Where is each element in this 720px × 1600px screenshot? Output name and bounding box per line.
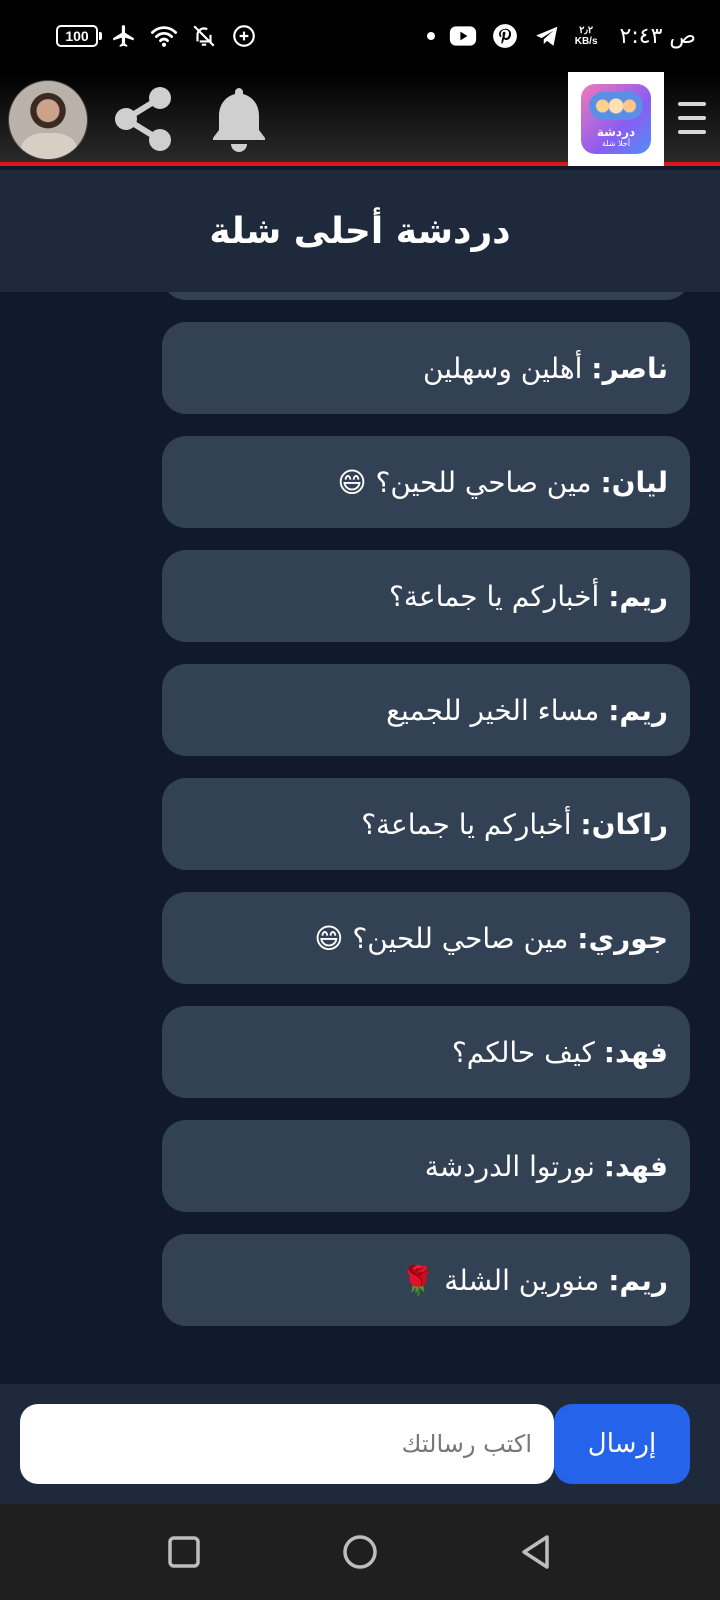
share-button[interactable]: [108, 84, 178, 154]
home-icon: [343, 1535, 377, 1569]
data-saver-icon: [230, 22, 258, 50]
message-text: نورتوا الدردشة: [424, 1149, 595, 1183]
home-button[interactable]: [340, 1532, 380, 1572]
message-sender: فهد:: [603, 1035, 668, 1069]
message-bubble: ليان: مين صاحي للحين؟ 😄: [162, 436, 690, 528]
avatar[interactable]: [8, 80, 88, 160]
wifi-icon: [150, 22, 178, 50]
message-bubble: ناصر: أهلين وسهلين: [162, 322, 690, 414]
message-bubble: ريم: أخباركم يا جماعة؟: [162, 550, 690, 642]
message-sender: ليان:: [600, 465, 668, 499]
menu-button[interactable]: [676, 98, 708, 138]
message-text: مين صاحي للحين؟ 😄: [314, 921, 569, 955]
message-bubble: ريم: مساء الخير للجميع: [162, 664, 690, 756]
logo-subtitle: أحلا شلة: [601, 139, 631, 148]
page-title: دردشة أحلى شلة: [209, 210, 511, 252]
battery-level: 100: [65, 28, 89, 44]
message-sender: ريم:: [608, 693, 668, 727]
message-text: مين صاحي للحين؟ 😄: [337, 465, 592, 499]
message-text: أهلين وسهلين: [422, 351, 583, 385]
message-input[interactable]: [20, 1404, 554, 1484]
message-text: كيف حالكم؟: [451, 1035, 595, 1069]
speed-value: ٢٫٢: [579, 25, 594, 36]
composer: إرسال: [0, 1384, 720, 1504]
app-logo: دردشة أحلا شلة: [568, 72, 664, 166]
message-sender: ريم:: [608, 1263, 668, 1297]
menu-icon: [678, 102, 706, 106]
message-sender: ناصر:: [591, 351, 668, 385]
message-text: أخباركم يا جماعة؟: [361, 807, 572, 841]
youtube-icon: [449, 22, 477, 50]
logo-title: دردشة: [596, 125, 636, 139]
message-bubble: جوري: مين صاحي للحين؟ 😄: [162, 892, 690, 984]
recents-button[interactable]: [164, 1532, 204, 1572]
status-bar: 100 ٢٫٢ KB/s ص ٢:٤٣: [0, 0, 720, 72]
message-sender: ريم:: [608, 579, 668, 613]
message-bubble: ريم: منورين الشلة 🌹: [162, 1234, 690, 1326]
bell-icon: [213, 88, 265, 152]
message-sender: فهد:: [603, 1149, 668, 1183]
battery-icon: 100: [56, 25, 102, 47]
app-header: دردشة أحلا شلة: [0, 72, 720, 166]
message-bubble: راكان: أخباركم يا جماعة؟: [162, 778, 690, 870]
message-text: منورين الشلة 🌹: [400, 1263, 600, 1297]
speed-unit: KB/s: [574, 36, 598, 47]
message-bubble: فهد: كيف حالكم؟: [162, 1006, 690, 1098]
message-bubble-partial: [162, 292, 690, 300]
chat-title-bar: دردشة أحلى شلة: [0, 170, 720, 292]
bell-off-icon: [190, 22, 218, 50]
telegram-icon: [533, 22, 561, 50]
recents-icon: [168, 1536, 200, 1568]
message-bubble: فهد: نورتوا الدردشة: [162, 1120, 690, 1212]
back-icon: [522, 1535, 549, 1569]
system-nav-bar: [0, 1504, 720, 1600]
message-text: أخباركم يا جماعة؟: [389, 579, 600, 613]
airplane-icon: [110, 22, 138, 50]
app-logo-badge: دردشة أحلا شلة: [581, 84, 651, 154]
pinterest-icon: [491, 22, 519, 50]
notifications-button[interactable]: [208, 84, 270, 154]
message-list[interactable]: ناصر: أهلين وسهلين ليان: مين صاحي للحين؟…: [0, 292, 720, 1384]
send-button[interactable]: إرسال: [554, 1404, 690, 1484]
message-sender: جوري:: [577, 921, 668, 955]
network-speed: ٢٫٢ KB/s: [575, 25, 598, 47]
clock: ص ٢:٤٣: [619, 23, 696, 49]
message-sender: راكان:: [580, 807, 668, 841]
share-icon: [115, 87, 171, 151]
back-button[interactable]: [516, 1532, 556, 1572]
notification-dot: [426, 32, 435, 40]
message-text: مساء الخير للجميع: [386, 693, 600, 727]
